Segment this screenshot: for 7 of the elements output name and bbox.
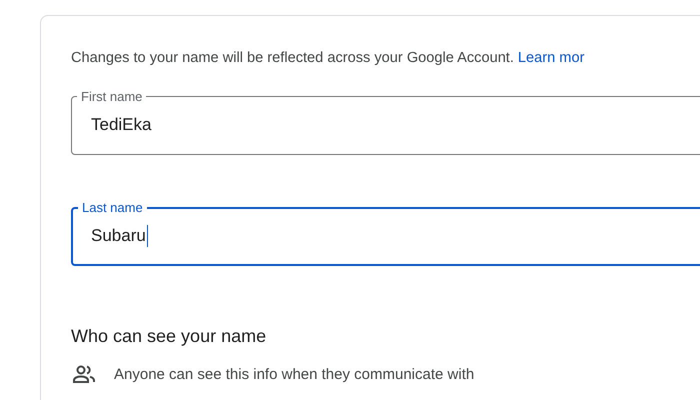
name-field[interactable]: First name TediEka (71, 89, 700, 155)
name-field[interactable]: Last name Subaru (71, 200, 700, 266)
section-heading: Who can see your name (71, 326, 268, 347)
visibility-text: Anyone can see this info when they communicate with (114, 366, 474, 382)
learn-more-link[interactable]: Learn mor (518, 50, 584, 66)
intro-text: Changes to your name will be reflected across your Google Account. (71, 50, 514, 66)
people-icon (72, 364, 96, 384)
